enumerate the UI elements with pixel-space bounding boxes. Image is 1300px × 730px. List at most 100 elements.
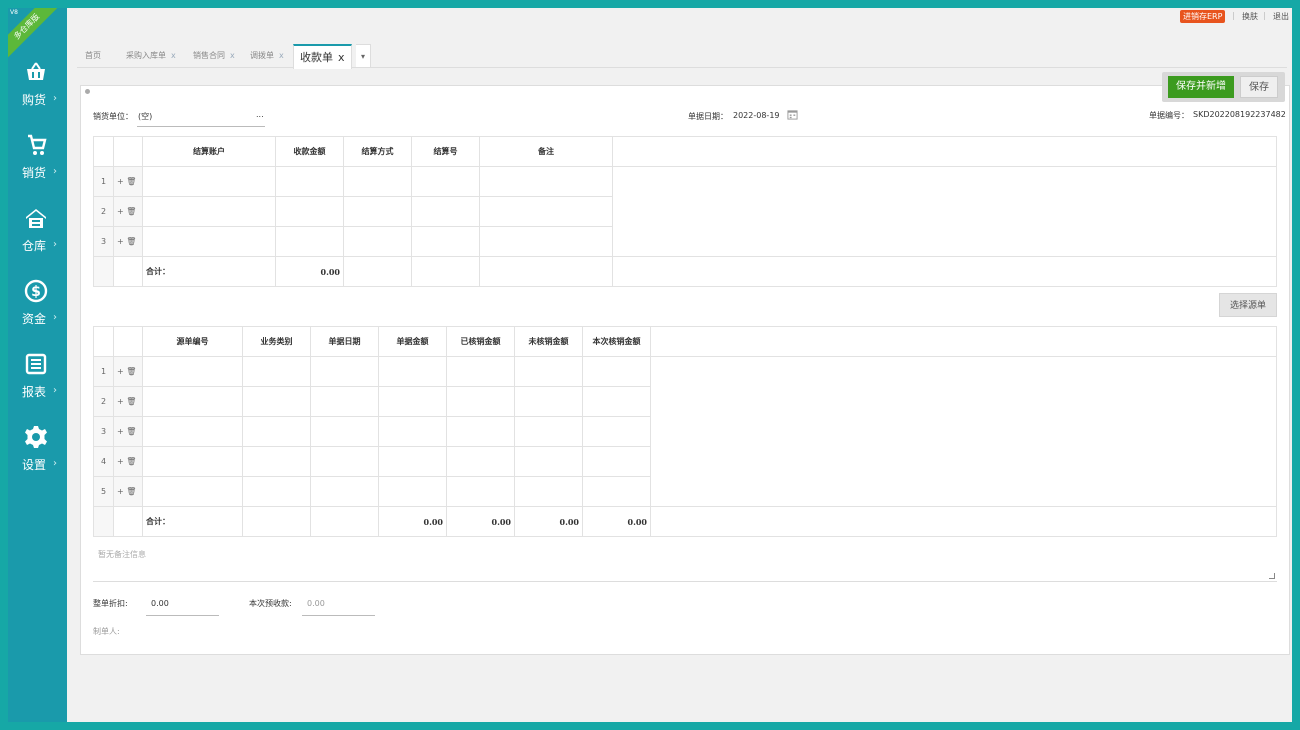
table-row[interactable]: 1 + 🗑 (93, 356, 1277, 507)
cell[interactable] (343, 226, 412, 257)
cell[interactable] (446, 356, 515, 387)
cell (113, 506, 143, 537)
cell[interactable] (411, 166, 480, 197)
discount-field[interactable]: 0.00 (151, 599, 169, 608)
date-field[interactable]: 2022-08-19 (733, 111, 780, 120)
row-ops[interactable]: + 🗑 (113, 226, 143, 257)
cell[interactable] (378, 386, 447, 417)
cell[interactable] (242, 386, 311, 417)
cell[interactable] (142, 356, 243, 387)
cell[interactable] (446, 416, 515, 447)
sidebar-item-funds[interactable]: $ 资金 › (8, 279, 67, 339)
advance-field[interactable]: 0.00 (307, 599, 325, 608)
cell[interactable] (242, 446, 311, 477)
customer-field[interactable]: (空) (138, 111, 152, 122)
row-ops[interactable]: + 🗑 (113, 196, 143, 227)
close-icon[interactable]: x (279, 51, 284, 60)
sidebar-item-sales[interactable]: 销货 › (8, 133, 67, 193)
cell[interactable] (514, 476, 583, 507)
cell[interactable] (275, 166, 344, 197)
cell[interactable] (411, 226, 480, 257)
tab-receipt[interactable]: 收款单 x (293, 44, 352, 69)
cell (411, 256, 480, 287)
erp-badge[interactable]: 进销存ERP (1180, 10, 1226, 23)
logout-link[interactable]: 退出 (1273, 11, 1289, 22)
cell[interactable] (310, 356, 379, 387)
cell[interactable] (446, 446, 515, 477)
cell[interactable] (242, 416, 311, 447)
cell[interactable] (310, 416, 379, 447)
cell[interactable] (582, 416, 651, 447)
cell[interactable] (378, 446, 447, 477)
sidebar-item-settings[interactable]: 设置 › (8, 425, 67, 485)
skin-link[interactable]: 换肤 (1242, 11, 1258, 22)
sidebar-item-purchase[interactable]: 购货 › (8, 60, 67, 120)
tab-more-dropdown[interactable]: ▾ (356, 44, 372, 68)
blank-area (650, 356, 1277, 507)
cell[interactable] (142, 446, 243, 477)
close-icon[interactable]: x (171, 51, 176, 60)
cell[interactable] (479, 196, 613, 227)
row-ops[interactable]: + 🗑 (113, 416, 143, 447)
cell[interactable] (142, 386, 243, 417)
calendar-icon[interactable] (787, 109, 798, 120)
tab-purchase-in[interactable]: 采购入库单 x (126, 44, 176, 68)
cell[interactable] (514, 356, 583, 387)
cell[interactable] (378, 416, 447, 447)
main-panel: 进销存ERP | 换肤 | 退出 首页 采购入库单 x 销售合同 x 调拨单 x 收款… (67, 8, 1292, 722)
cell[interactable] (343, 196, 412, 227)
cell[interactable] (479, 166, 613, 197)
total-not-written-off: 0.00 (514, 506, 583, 537)
cell[interactable] (514, 416, 583, 447)
cell[interactable] (242, 356, 311, 387)
row-ops[interactable]: + 🗑 (113, 166, 143, 197)
cell[interactable] (514, 386, 583, 417)
cell[interactable] (582, 386, 651, 417)
close-icon[interactable]: x (338, 51, 345, 64)
row-ops[interactable]: + 🗑 (113, 446, 143, 477)
cell[interactable] (582, 476, 651, 507)
row-number: 4 (93, 446, 114, 477)
remark-textarea[interactable]: 暂无备注信息 (93, 546, 1277, 582)
sidebar-item-reports[interactable]: 报表 › (8, 352, 67, 412)
cell[interactable] (275, 226, 344, 257)
cell[interactable] (310, 446, 379, 477)
row-ops[interactable]: + 🗑 (113, 356, 143, 387)
row-ops[interactable]: + 🗑 (113, 386, 143, 417)
cell[interactable] (242, 476, 311, 507)
cell[interactable] (479, 226, 613, 257)
cell[interactable] (142, 476, 243, 507)
save-and-new-button[interactable]: 保存并新增 (1168, 76, 1234, 98)
cell[interactable] (514, 446, 583, 477)
row-ops[interactable]: + 🗑 (113, 476, 143, 507)
more-icon[interactable]: ... (256, 110, 264, 119)
resize-handle-icon[interactable] (1269, 573, 1275, 579)
save-button[interactable]: 保存 (1240, 76, 1278, 98)
cell[interactable] (446, 386, 515, 417)
cell[interactable] (310, 386, 379, 417)
cell[interactable] (446, 476, 515, 507)
cell[interactable] (310, 476, 379, 507)
cell[interactable] (142, 416, 243, 447)
sidebar-item-warehouse[interactable]: 仓库 › (8, 206, 67, 266)
advance-label: 本次预收款: (249, 599, 292, 608)
cell[interactable] (142, 226, 276, 257)
cell[interactable] (275, 196, 344, 227)
total-written-off: 0.00 (446, 506, 515, 537)
cell[interactable] (343, 166, 412, 197)
tab-label: 收款单 (300, 51, 333, 64)
close-icon[interactable]: x (230, 51, 235, 60)
cell[interactable] (582, 356, 651, 387)
cell[interactable] (378, 356, 447, 387)
total-label: 合计： (142, 506, 243, 537)
tab-sales-contract[interactable]: 销售合同 x (193, 44, 235, 68)
table-row[interactable]: 1 + 🗑 (93, 166, 1277, 257)
cell[interactable] (582, 446, 651, 477)
tab-home[interactable]: 首页 (85, 44, 101, 68)
cell[interactable] (142, 166, 276, 197)
select-source-button[interactable]: 选择源单 (1219, 293, 1277, 317)
cell[interactable] (142, 196, 276, 227)
tab-transfer[interactable]: 调拨单 x (250, 44, 284, 68)
cell[interactable] (378, 476, 447, 507)
cell[interactable] (411, 196, 480, 227)
